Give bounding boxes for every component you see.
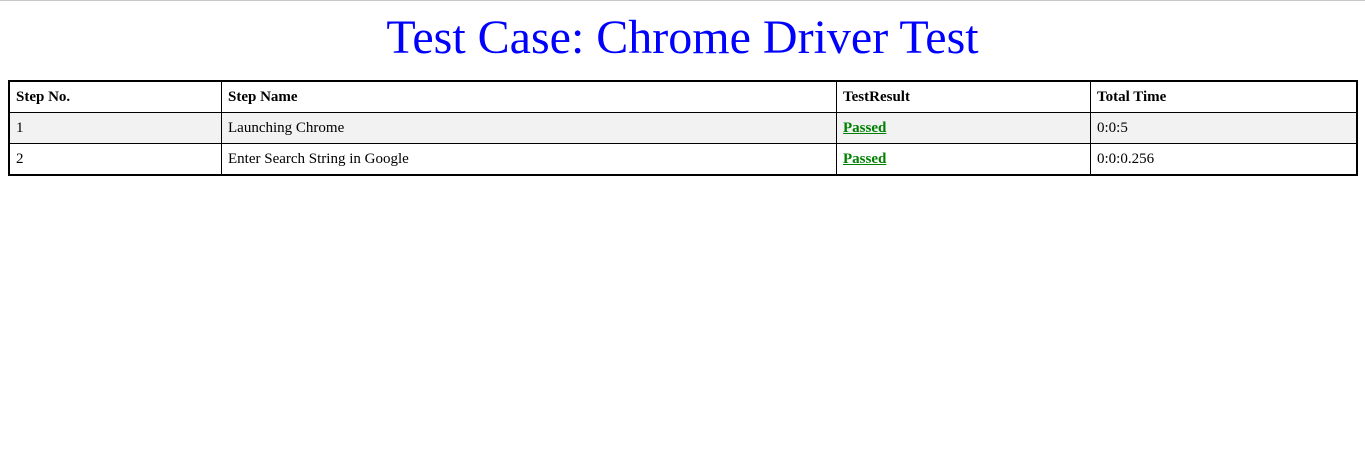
step-no-cell: 2: [8, 143, 222, 176]
table-row: 1 Launching Chrome Passed 0:0:5: [8, 112, 1358, 144]
table-row: 2 Enter Search String in Google Passed 0…: [8, 143, 1358, 176]
header-test-result: TestResult: [836, 80, 1091, 113]
table-header-row: Step No. Step Name TestResult Total Time: [8, 80, 1358, 113]
page-title: Test Case: Chrome Driver Test: [386, 11, 979, 64]
test-result-cell: Passed: [836, 112, 1091, 144]
step-no-cell: 1: [8, 112, 222, 144]
result-passed-link[interactable]: Passed: [843, 120, 886, 136]
top-divider: [0, 0, 1365, 1]
header-step-no: Step No.: [8, 80, 222, 113]
total-time-cell: 0:0:0.256: [1090, 143, 1358, 176]
result-passed-link[interactable]: Passed: [843, 151, 886, 167]
header-total-time: Total Time: [1090, 80, 1358, 113]
step-name-cell: Enter Search String in Google: [221, 143, 837, 176]
total-time-cell: 0:0:5: [1090, 112, 1358, 144]
test-result-cell: Passed: [836, 143, 1091, 176]
header-step-name: Step Name: [221, 80, 837, 113]
step-name-cell: Launching Chrome: [221, 112, 837, 144]
test-steps-table: Step No. Step Name TestResult Total Time…: [8, 80, 1358, 176]
